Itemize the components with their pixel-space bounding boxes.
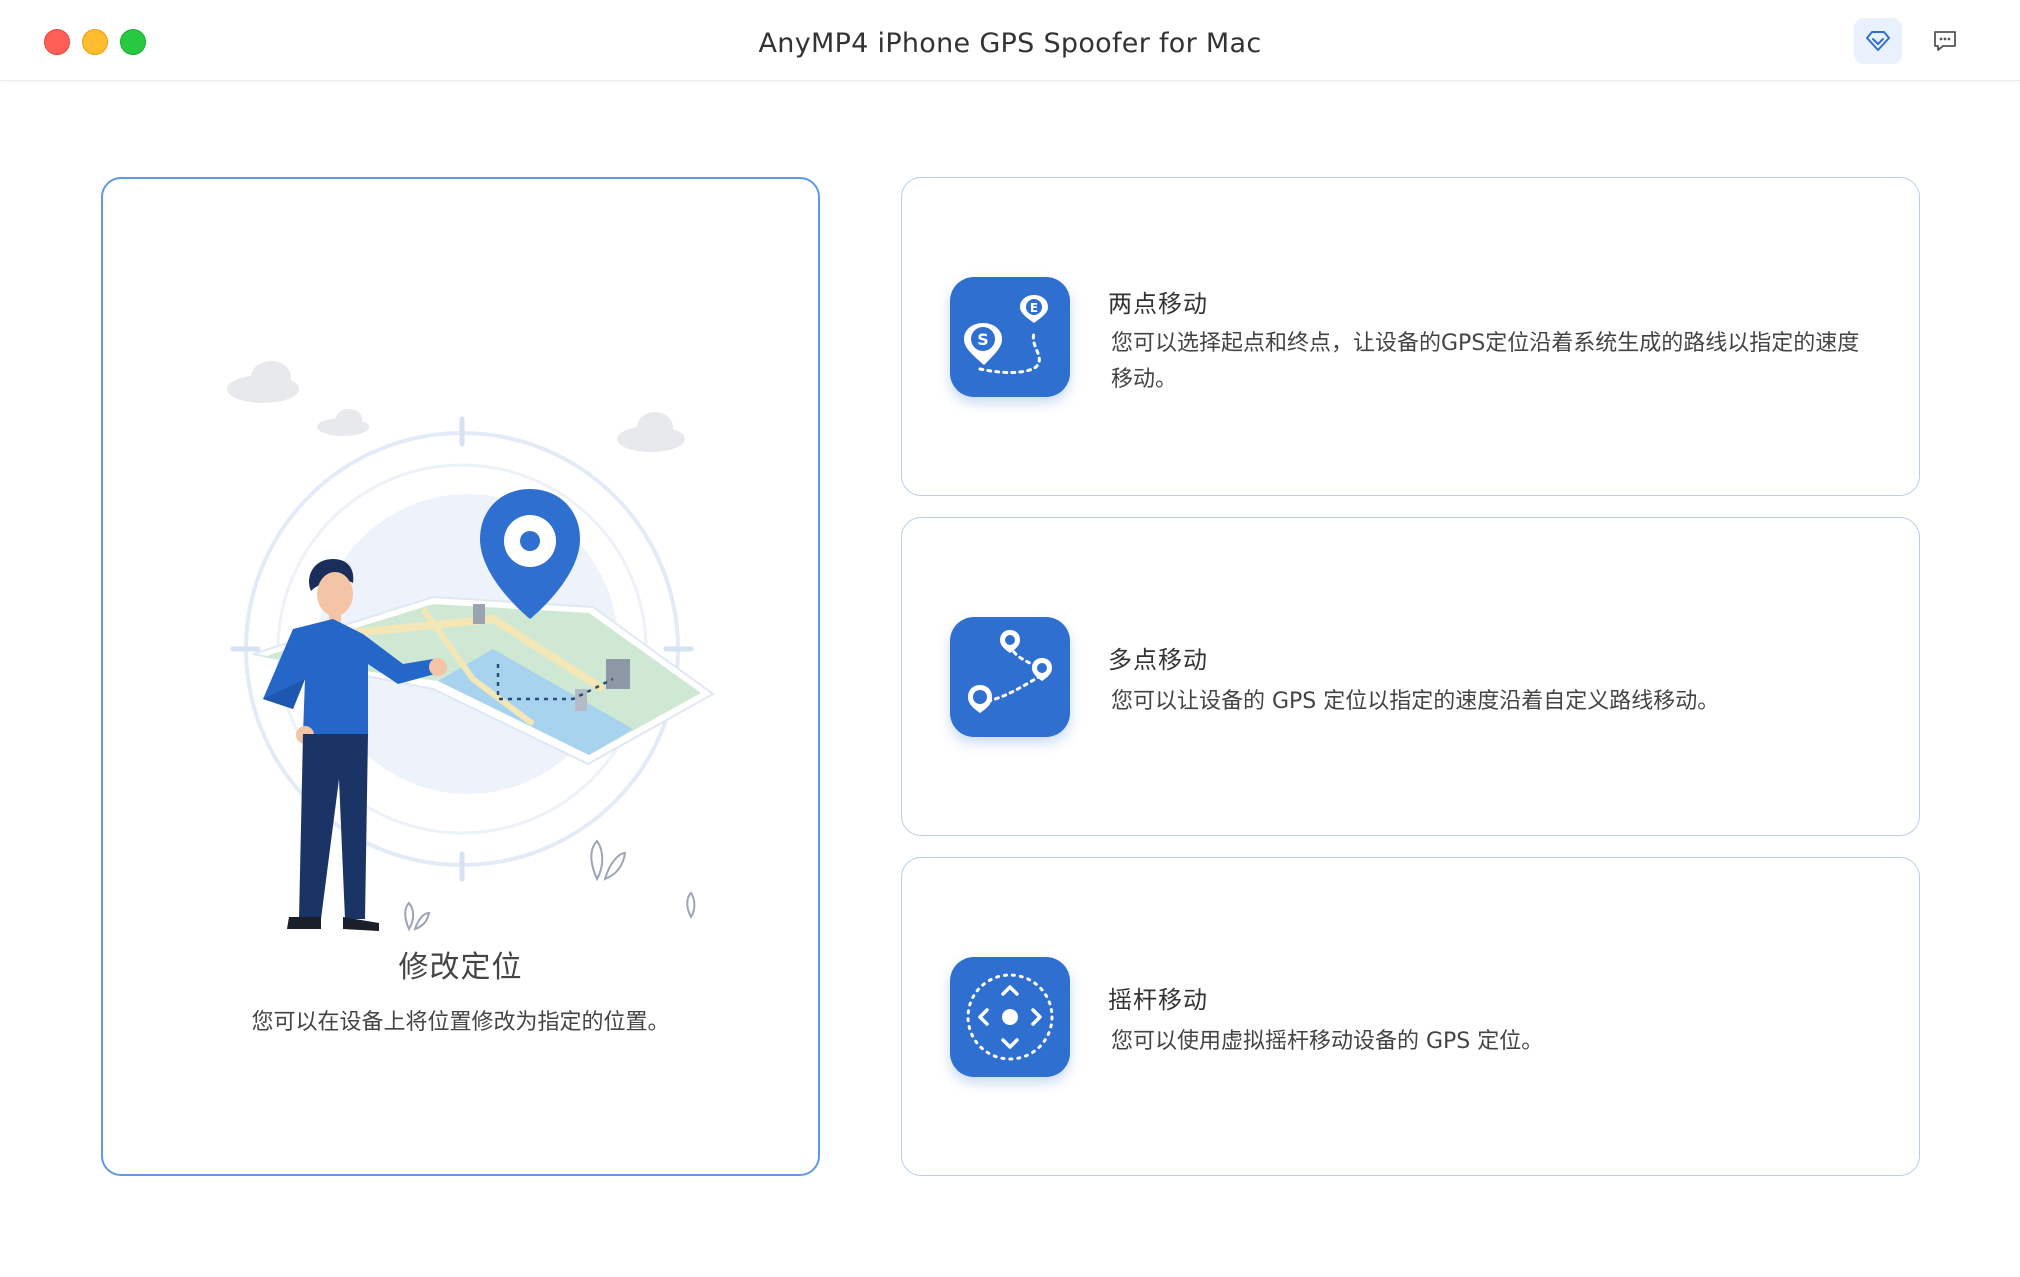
diamond-icon [1866,31,1890,51]
multi-point-route-icon [950,617,1070,737]
svg-text:S: S [977,330,989,349]
multi-point-movement-title: 多点移动 [1108,646,1208,674]
multi-point-movement-card[interactable]: 多点移动 您可以让设备的 GPS 定位以指定的速度沿着自定义路线移动。 [901,517,1920,836]
joystick-icon [950,957,1070,1077]
person-with-map-pin-illustration [227,361,715,932]
two-point-movement-description: 您可以选择起点和终点，让设备的GPS定位沿着系统生成的路线以指定的速度移动。 [1111,331,1860,392]
joystick-movement-title: 摇杆移动 [1108,986,1208,1014]
modify-location-title: 修改定位 [398,950,523,985]
two-point-movement-card[interactable]: S E 两点移动 您可以选择起点和终点，让设备的GPS定位沿着系统生成的路线以指… [901,177,1920,496]
feedback-button[interactable] [1921,18,1969,64]
multi-point-movement-description: 您可以让设备的 GPS 定位以指定的速度沿着自定义路线移动。 [1111,689,1720,714]
modify-location-description: 您可以在设备上将位置修改为指定的位置。 [251,1010,670,1035]
joystick-movement-card[interactable]: 摇杆移动 您可以使用虚拟摇杆移动设备的 GPS 定位。 [901,857,1920,1176]
message-icon [1934,31,1956,51]
svg-text:E: E [1030,301,1038,315]
premium-button[interactable] [1854,18,1902,64]
window-title: AnyMP4 iPhone GPS Spoofer for Mac [758,28,1262,59]
two-point-route-icon: S E [950,277,1070,397]
modify-location-card[interactable]: 修改定位 您可以在设备上将位置修改为指定的位置。 [101,177,820,1176]
title-bar: AnyMP4 iPhone GPS Spoofer for Mac [0,0,2020,81]
joystick-movement-description: 您可以使用虚拟摇杆移动设备的 GPS 定位。 [1111,1029,1544,1054]
two-point-movement-title: 两点移动 [1108,290,1208,318]
